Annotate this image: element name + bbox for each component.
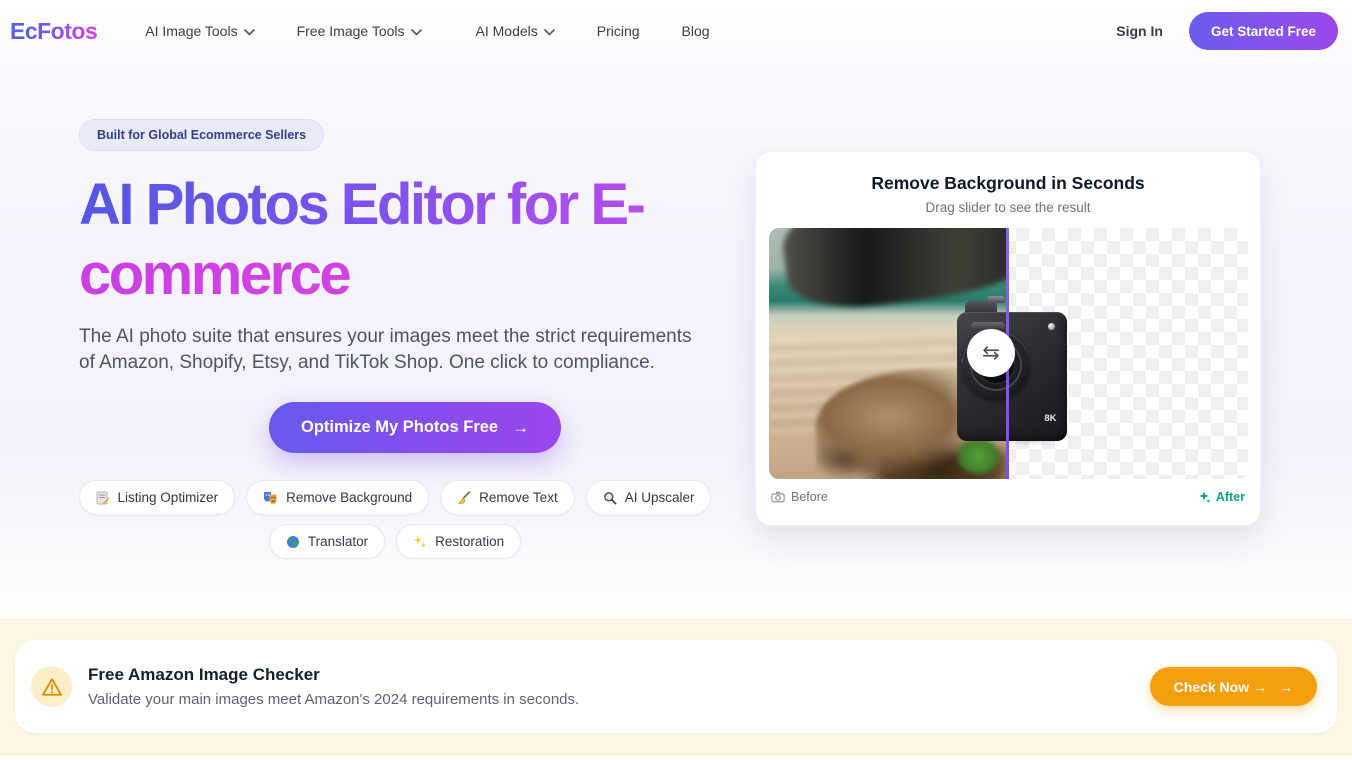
nav-item-ai-models[interactable]: AI Models xyxy=(476,23,555,39)
arrow-right-icon: → xyxy=(1279,679,1293,695)
remove-background-demo-card: Remove Background in Seconds Drag slider… xyxy=(755,151,1261,526)
nav-item-ai-image-tools[interactable]: AI Image Tools xyxy=(145,23,254,39)
pill-ai-upscaler[interactable]: AI Upscaler xyxy=(586,480,712,515)
globe-icon xyxy=(286,535,300,549)
slider-drag-handle[interactable] xyxy=(967,329,1015,377)
get-started-button[interactable]: Get Started Free xyxy=(1189,12,1338,50)
brand-logo[interactable]: EcFotos xyxy=(10,18,97,45)
nav-menu: AI Image Tools Free Image Tools AI Model… xyxy=(145,23,709,39)
feature-pills-row-2: Translator Restoration xyxy=(79,524,711,559)
demo-title: Remove Background in Seconds xyxy=(756,173,1260,194)
sparkles-icon xyxy=(413,535,427,549)
sparkle-icon xyxy=(1198,491,1210,503)
banner-subtitle: Validate your main images meet Amazon's … xyxy=(88,691,579,708)
masks-icon xyxy=(263,491,278,505)
before-after-slider[interactable]: cam 8K xyxy=(769,228,1248,479)
chevron-down-icon xyxy=(244,23,255,39)
hero-badge: Built for Global Ecommerce Sellers xyxy=(79,119,324,151)
pill-listing-optimizer[interactable]: Listing Optimizer xyxy=(79,480,236,515)
warning-triangle-icon xyxy=(41,677,63,697)
pill-remove-background[interactable]: Remove Background xyxy=(246,480,429,515)
check-now-button[interactable]: Check Now → → xyxy=(1150,667,1317,706)
amazon-checker-card: Free Amazon Image Checker Validate your … xyxy=(15,640,1337,733)
left-right-arrows-icon xyxy=(980,342,1002,364)
pill-restoration[interactable]: Restoration xyxy=(396,524,521,559)
broom-icon xyxy=(457,491,471,505)
chevron-down-icon xyxy=(411,23,422,39)
amazon-checker-banner-strip: Free Amazon Image Checker Validate your … xyxy=(0,618,1352,755)
page-title-line2: commerce xyxy=(79,240,759,310)
camera-product: cam 8K xyxy=(957,312,1067,441)
before-label: Before xyxy=(771,490,828,504)
feature-pills-row-1: Listing Optimizer Remove Background Remo… xyxy=(79,480,711,515)
arrow-right-icon: → xyxy=(512,418,529,438)
banner-title: Free Amazon Image Checker xyxy=(88,665,579,685)
header-actions: Sign In Get Started Free xyxy=(1116,12,1338,50)
warning-icon-circle xyxy=(31,666,72,707)
optimize-photos-button[interactable]: Optimize My Photos Free → xyxy=(269,402,561,453)
memo-icon xyxy=(96,491,110,505)
camera-icon xyxy=(771,491,785,503)
nav-item-blog[interactable]: Blog xyxy=(682,23,710,39)
nav-item-pricing[interactable]: Pricing xyxy=(597,23,640,39)
page-title-line1: AI Photos Editor for E- xyxy=(79,170,759,240)
camera-flash-dot xyxy=(1048,323,1055,330)
page-title: AI Photos Editor for E- commerce xyxy=(79,170,759,310)
hero-subtitle: The AI photo suite that ensures your ima… xyxy=(79,324,693,376)
after-label: After xyxy=(1198,490,1245,504)
magnifier-icon xyxy=(603,491,617,505)
compare-labels: Before After xyxy=(756,490,1260,504)
pill-translator[interactable]: Translator xyxy=(269,524,385,559)
chevron-down-icon xyxy=(544,23,555,39)
top-navigation: EcFotos AI Image Tools Free Image Tools … xyxy=(0,0,1352,62)
landing-page: EcFotos AI Image Tools Free Image Tools … xyxy=(0,0,1352,760)
sign-in-link[interactable]: Sign In xyxy=(1116,23,1163,39)
pill-remove-text[interactable]: Remove Text xyxy=(440,480,575,515)
demo-subtitle: Drag slider to see the result xyxy=(756,200,1260,215)
nav-item-free-image-tools[interactable]: Free Image Tools xyxy=(297,23,422,39)
camera-8k-badge: 8K xyxy=(1044,413,1056,424)
